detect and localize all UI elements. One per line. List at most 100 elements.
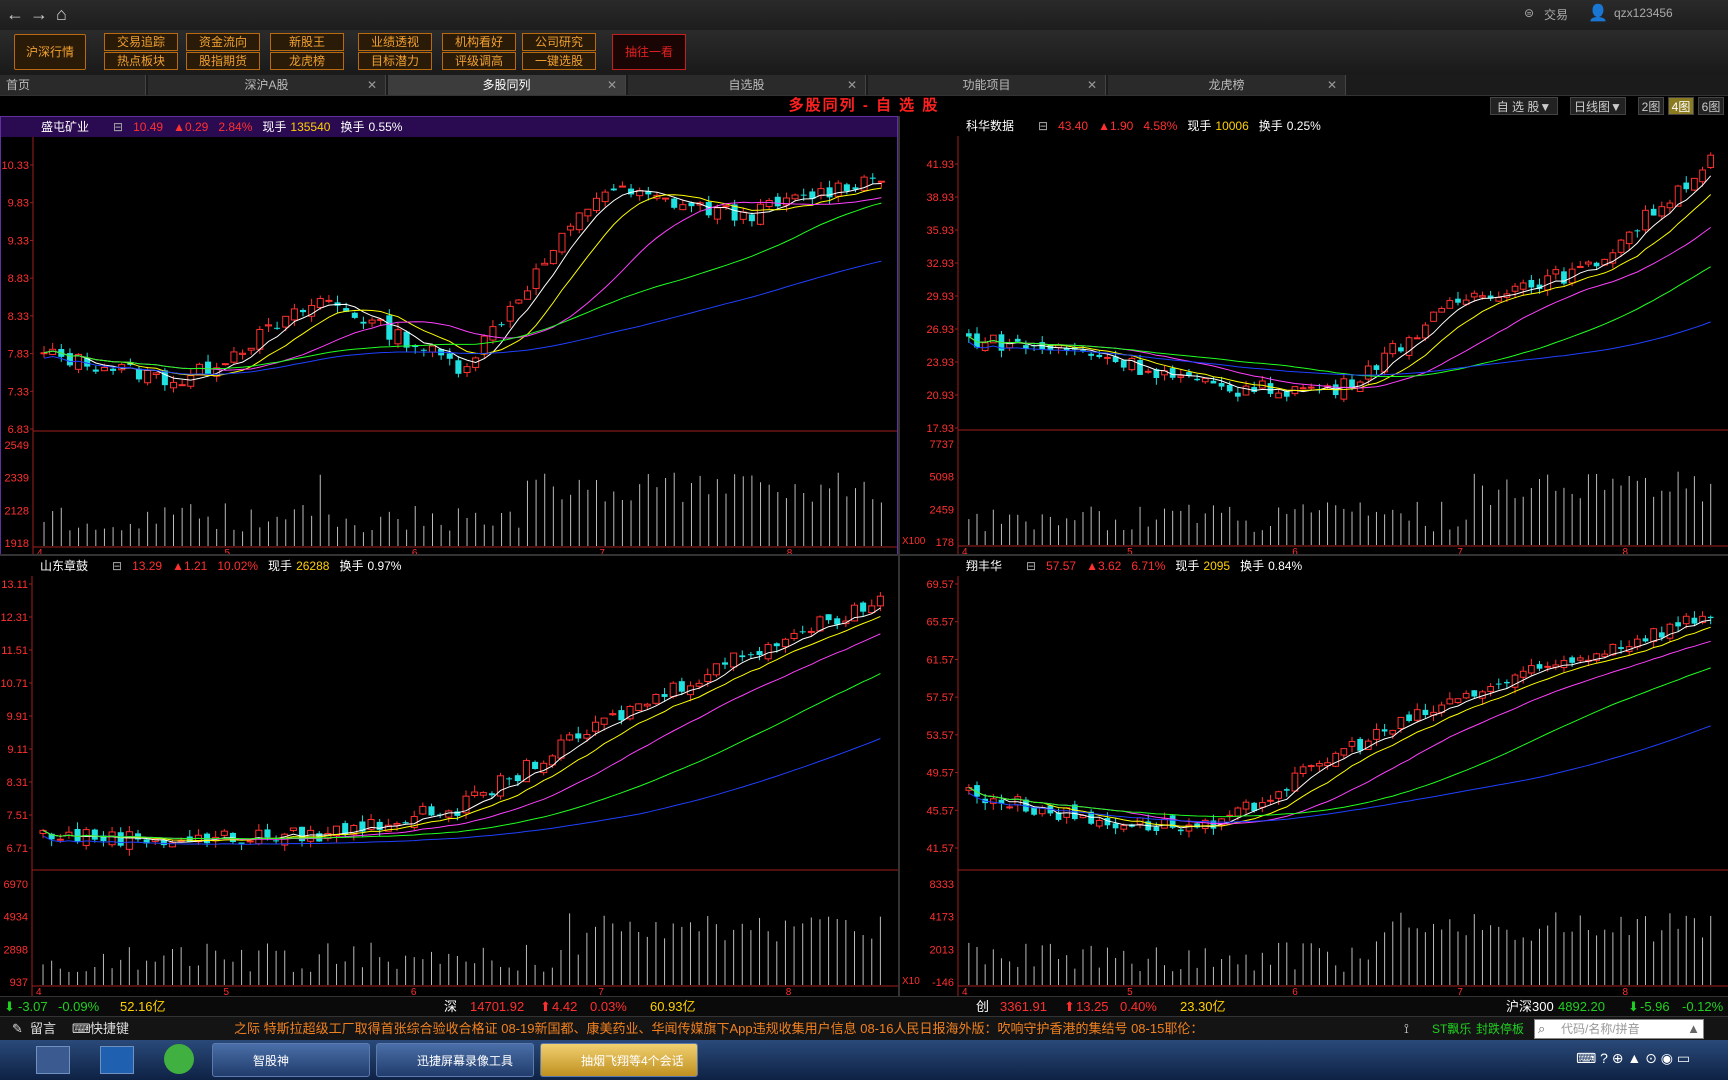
candle bbox=[713, 207, 721, 220]
candle bbox=[230, 351, 238, 363]
grid-4-button[interactable]: 4图 bbox=[1668, 97, 1694, 115]
stock-panel-0[interactable]: 盛屯矿业 ⊟ 10.49 ▲0.29 2.84% 现手 135540 换手 0.55% 10.33… bbox=[0, 116, 898, 556]
candle bbox=[1683, 182, 1690, 190]
edit-icon[interactable]: ✎ bbox=[12, 1017, 23, 1041]
stock-name[interactable]: 盛屯矿业 bbox=[41, 120, 89, 134]
browser-icon[interactable] bbox=[164, 1044, 194, 1074]
turnover-label: 换手 bbox=[340, 120, 365, 134]
kline-chart[interactable]: 10.33 9.83 9.33 8.83 8.33 7.83 7.33 6.83 2549 233… bbox=[1, 137, 898, 556]
candle bbox=[108, 831, 116, 846]
market-button[interactable]: 沪深行情 bbox=[14, 34, 86, 70]
x-tick-label: 7 bbox=[1457, 987, 1463, 996]
toolbar-btn-r2-0[interactable]: 热点板块 bbox=[104, 52, 178, 70]
back-icon[interactable]: ← bbox=[6, 4, 24, 25]
tab-3[interactable]: 自选股 ✕ bbox=[628, 75, 866, 95]
grid-6-button[interactable]: 6图 bbox=[1698, 97, 1724, 115]
candle bbox=[817, 188, 825, 197]
toolbar-btn-r2-4[interactable]: 评级调高 bbox=[442, 52, 516, 70]
kline-chart[interactable]: 13.11 12.31 11.51 10.71 9.91 9.11 8.31 7.51 6.71… bbox=[0, 576, 898, 996]
username[interactable]: qzx123456 bbox=[1614, 6, 1673, 20]
toolbar-btn-r2-2[interactable]: 龙虎榜 bbox=[270, 52, 344, 70]
toolbar-btn-r2-3[interactable]: 目标潜力 bbox=[358, 52, 432, 70]
chart-toggle-icon[interactable]: ⊟ bbox=[113, 120, 123, 134]
candle bbox=[394, 329, 402, 345]
hs300-value: 4892.20 bbox=[1558, 999, 1605, 1014]
candle bbox=[1299, 766, 1307, 774]
explorer-icon[interactable] bbox=[36, 1046, 70, 1074]
y-tick-label: 69.57 bbox=[926, 579, 954, 591]
volume-tick-label: 2128 bbox=[5, 505, 29, 517]
close-icon[interactable]: ✕ bbox=[1327, 75, 1337, 95]
candle bbox=[402, 822, 409, 824]
tab-1[interactable]: 深沪A股 ✕ bbox=[148, 75, 386, 95]
toolbar-btn-r1-2[interactable]: 新股王 bbox=[270, 33, 344, 51]
kline-chart[interactable]: 69.57 65.57 61.57 57.57 53.57 49.57 45.57 41.57… bbox=[900, 576, 1728, 996]
hotkey-link[interactable]: 快捷键 bbox=[90, 1017, 129, 1041]
forward-icon[interactable]: → bbox=[30, 4, 48, 25]
y-tick-label: 6.83 bbox=[8, 424, 29, 436]
tab-0[interactable]: 首页 bbox=[0, 75, 146, 95]
candle bbox=[567, 225, 575, 231]
chart-toggle-icon[interactable]: ⊟ bbox=[1026, 559, 1036, 573]
toolbar-btn-r1-3[interactable]: 业绩透视 bbox=[358, 33, 432, 51]
candle bbox=[1210, 380, 1217, 384]
taskbar-item-recorder[interactable]: 迅捷屏幕录像工具 bbox=[376, 1043, 534, 1077]
stock-name[interactable]: 翔丰华 bbox=[966, 559, 1002, 573]
tab-2[interactable]: 多股同列 ✕ bbox=[388, 75, 626, 95]
candle bbox=[721, 662, 729, 665]
trade-icon[interactable]: ⊜ bbox=[1524, 6, 1534, 20]
candle bbox=[981, 342, 989, 351]
st-stock[interactable]: ST飘乐 bbox=[1432, 1017, 1471, 1041]
toolbar-btn-r2-5[interactable]: 一键选股 bbox=[522, 52, 596, 70]
chart-toggle-icon[interactable]: ⊟ bbox=[112, 559, 122, 573]
taskbar-item-chat[interactable]: 抽烟飞翔等4个会话 bbox=[540, 1043, 698, 1077]
taskbar-item-app[interactable]: 智股神 bbox=[212, 1043, 370, 1077]
panel-separator bbox=[0, 554, 1728, 556]
caret-up-icon[interactable]: ▲ bbox=[1687, 1017, 1700, 1041]
stock-panel-2[interactable]: 山东章鼓 ⊟ 13.29 ▲1.21 10.02% 现手 26288 换手 0.97% 13.11… bbox=[0, 556, 898, 996]
trade-link[interactable]: 交易 bbox=[1544, 6, 1568, 23]
stock-price: 13.29 bbox=[132, 559, 163, 573]
candle bbox=[1422, 324, 1429, 339]
toolbar-btn-r1-1[interactable]: 资金流向 bbox=[186, 33, 260, 51]
keyboard-icon[interactable]: ⌨ bbox=[72, 1017, 91, 1041]
watchlist-select[interactable]: 自 选 股▼ bbox=[1490, 97, 1558, 115]
candle bbox=[125, 831, 133, 850]
news-ticker[interactable]: 之际 特斯拉超级工厂取得首张综合验收合格证 08-19新国都、康美药业、华闻传媒… bbox=[234, 1017, 1394, 1041]
close-icon[interactable]: ✕ bbox=[847, 75, 857, 95]
stock-name[interactable]: 科华数据 bbox=[966, 119, 1014, 133]
tab-label: 多股同列 bbox=[482, 78, 531, 92]
stock-panel-1[interactable]: 科华数据 ⊟ 43.40 ▲1.90 4.58% 现手 10006 换手 0.25% 41.93 3… bbox=[900, 116, 1728, 556]
limit-status[interactable]: 封跌停板 bbox=[1476, 1017, 1524, 1041]
y-tick-label: 41.57 bbox=[926, 843, 954, 855]
candle bbox=[1332, 752, 1340, 767]
close-icon[interactable]: ✕ bbox=[607, 75, 617, 95]
grid-2-button[interactable]: 2图 bbox=[1638, 97, 1664, 115]
tab-4[interactable]: 功能项目 ✕ bbox=[868, 75, 1106, 95]
message-link[interactable]: 留言 bbox=[30, 1017, 56, 1041]
kline-chart[interactable]: 41.93 38.93 35.93 32.93 29.93 26.93 23.93 20.93… bbox=[900, 136, 1728, 556]
stock-name[interactable]: 山东章鼓 bbox=[40, 559, 88, 573]
search-input[interactable]: ⌕ 代码/名称/拼音 ▲ bbox=[1534, 1019, 1704, 1039]
toolbar-btn-r1-5[interactable]: 公司研究 bbox=[522, 33, 596, 51]
candle bbox=[1617, 239, 1625, 253]
system-tray[interactable]: ⌨ ? ⊕ ▲ ⊙ ◉ ▭ bbox=[1576, 1050, 1716, 1070]
candle bbox=[800, 194, 807, 196]
candle bbox=[757, 203, 765, 225]
y-tick-label: 20.93 bbox=[926, 390, 954, 402]
up-arrow-icon: ⬆ bbox=[1064, 999, 1075, 1014]
desktop-icon[interactable] bbox=[100, 1046, 134, 1074]
close-icon[interactable]: ✕ bbox=[1087, 75, 1097, 95]
close-icon[interactable]: ✕ bbox=[367, 75, 377, 95]
stock-panel-3[interactable]: 翔丰华 ⊟ 57.57 ▲3.62 6.71% 现手 2095 换手 0.84% 69.57 65.… bbox=[900, 556, 1728, 996]
chart-toggle-icon[interactable]: ⊟ bbox=[1038, 119, 1048, 133]
toolbar-btn-r1-4[interactable]: 机构看好 bbox=[442, 33, 516, 51]
extra-button[interactable]: 抽往一看 bbox=[612, 34, 686, 70]
toolbar-btn-r2-1[interactable]: 股指期货 bbox=[186, 52, 260, 70]
toolbar-btn-r1-0[interactable]: 交易追踪 bbox=[104, 33, 178, 51]
period-select[interactable]: 日线图▼ bbox=[1570, 97, 1626, 115]
home-icon[interactable]: ⌂ bbox=[56, 4, 67, 25]
tab-5[interactable]: 龙虎榜 ✕ bbox=[1108, 75, 1346, 95]
candle bbox=[1658, 632, 1665, 638]
ma120-line bbox=[968, 321, 1711, 376]
